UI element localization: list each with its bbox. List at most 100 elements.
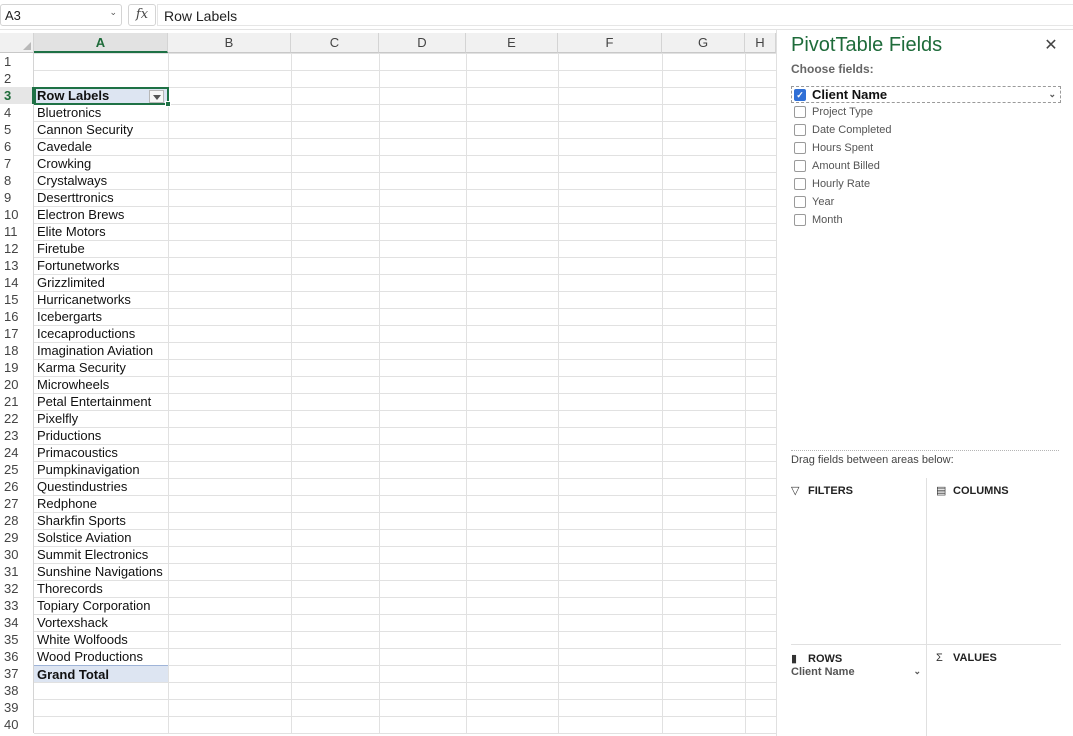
row-header-15[interactable]: 15 — [0, 291, 34, 308]
checkbox-unchecked[interactable] — [794, 142, 806, 154]
field-hourly-rate[interactable]: Hourly Rate — [791, 175, 1061, 193]
chevron-down-icon[interactable]: ⌄ — [1048, 87, 1056, 102]
column-header-b[interactable]: B — [168, 33, 291, 53]
client-row-cell[interactable]: Deserttronics — [34, 189, 168, 206]
row-header-29[interactable]: 29 — [0, 529, 34, 546]
row-header-14[interactable]: 14 — [0, 274, 34, 291]
client-row-cell[interactable]: Priductions — [34, 427, 168, 444]
client-row-cell[interactable]: Crowking — [34, 155, 168, 172]
chevron-down-icon[interactable]: ⌄ — [913, 666, 921, 677]
client-row-cell[interactable]: Topiary Corporation — [34, 597, 168, 614]
client-row-cell[interactable]: Elite Motors — [34, 223, 168, 240]
client-row-cell[interactable]: Pixelfly — [34, 410, 168, 427]
row-header-6[interactable]: 6 — [0, 138, 34, 155]
client-row-cell[interactable]: Petal Entertainment — [34, 393, 168, 410]
row-header-39[interactable]: 39 — [0, 699, 34, 716]
row-header-25[interactable]: 25 — [0, 461, 34, 478]
columns-area[interactable]: ▤ COLUMNS — [936, 484, 1009, 497]
client-row-cell[interactable]: Solstice Aviation — [34, 529, 168, 546]
client-row-cell[interactable]: Thorecords — [34, 580, 168, 597]
values-area[interactable]: Σ VALUES — [936, 652, 997, 664]
client-row-cell[interactable]: Bluetronics — [34, 104, 168, 121]
row-header-1[interactable]: 1 — [0, 53, 34, 70]
client-row-cell[interactable]: Questindustries — [34, 478, 168, 495]
spreadsheet-grid[interactable]: ABCDEFGH 1 2 3 4 5 6 7 8 9 10 11 12 13 14 15 16 17 18 19 20… — [0, 33, 776, 736]
row-header-4[interactable]: 4 — [0, 104, 34, 121]
row-header-2[interactable]: 2 — [0, 70, 34, 87]
column-header-g[interactable]: G — [662, 33, 745, 53]
row-header-27[interactable]: 27 — [0, 495, 34, 512]
row-header-3[interactable]: 3 — [0, 87, 34, 104]
client-row-cell[interactable]: Primacoustics — [34, 444, 168, 461]
field-date-completed[interactable]: Date Completed — [791, 121, 1061, 139]
row-header-20[interactable]: 20 — [0, 376, 34, 393]
column-header-d[interactable]: D — [379, 33, 466, 53]
row-header-12[interactable]: 12 — [0, 240, 34, 257]
client-row-cell[interactable]: Redphone — [34, 495, 168, 512]
row-header-5[interactable]: 5 — [0, 121, 34, 138]
column-header-e[interactable]: E — [466, 33, 558, 53]
checkbox-unchecked[interactable] — [794, 178, 806, 190]
row-header-11[interactable]: 11 — [0, 223, 34, 240]
row-header-8[interactable]: 8 — [0, 172, 34, 189]
filters-area[interactable]: ▽ FILTERS — [791, 484, 853, 497]
client-row-cell[interactable]: Fortunetworks — [34, 257, 168, 274]
row-header-16[interactable]: 16 — [0, 308, 34, 325]
name-box[interactable]: A3 ⌄ — [0, 4, 122, 26]
row-header-37[interactable]: 37 — [0, 665, 34, 682]
row-header-23[interactable]: 23 — [0, 427, 34, 444]
rows-area[interactable]: ▮ ROWS — [791, 652, 842, 665]
row-header-34[interactable]: 34 — [0, 614, 34, 631]
client-row-cell[interactable]: Icecaproductions — [34, 325, 168, 342]
column-header-c[interactable]: C — [291, 33, 379, 53]
row-header-26[interactable]: 26 — [0, 478, 34, 495]
row-header-36[interactable]: 36 — [0, 648, 34, 665]
field-amount-billed[interactable]: Amount Billed — [791, 157, 1061, 175]
insert-function-button[interactable]: fx — [128, 4, 156, 26]
field-hours-spent[interactable]: Hours Spent — [791, 139, 1061, 157]
row-header-31[interactable]: 31 — [0, 563, 34, 580]
row-header-7[interactable]: 7 — [0, 155, 34, 172]
client-row-cell[interactable]: Microwheels — [34, 376, 168, 393]
column-header-h[interactable]: H — [745, 33, 776, 53]
row-header-17[interactable]: 17 — [0, 325, 34, 342]
checkbox-unchecked[interactable] — [794, 214, 806, 226]
fill-handle[interactable] — [165, 101, 171, 107]
field-project-type[interactable]: Project Type — [791, 103, 1061, 121]
field-year[interactable]: Year — [791, 193, 1061, 211]
row-header-10[interactable]: 10 — [0, 206, 34, 223]
row-header-32[interactable]: 32 — [0, 580, 34, 597]
rows-field-client-name[interactable]: Client Name ⌄ — [791, 666, 921, 678]
row-header-30[interactable]: 30 — [0, 546, 34, 563]
client-row-cell[interactable]: Cannon Security — [34, 121, 168, 138]
row-header-18[interactable]: 18 — [0, 342, 34, 359]
checkbox-checked[interactable]: ✓ — [794, 89, 806, 101]
row-header-40[interactable]: 40 — [0, 716, 34, 733]
checkbox-unchecked[interactable] — [794, 160, 806, 172]
client-row-cell[interactable]: White Wolfoods — [34, 631, 168, 648]
row-header-35[interactable]: 35 — [0, 631, 34, 648]
row-header-24[interactable]: 24 — [0, 444, 34, 461]
client-row-cell[interactable]: Summit Electronics — [34, 546, 168, 563]
formula-input[interactable]: Row Labels — [157, 4, 1073, 26]
client-row-cell[interactable]: Firetube — [34, 240, 168, 257]
field-client-name[interactable]: ✓ Client Name ⌄ — [791, 86, 1061, 103]
filter-dropdown-icon[interactable] — [149, 90, 164, 103]
client-row-cell[interactable]: Hurricanetworks — [34, 291, 168, 308]
row-header-33[interactable]: 33 — [0, 597, 34, 614]
row-header-22[interactable]: 22 — [0, 410, 34, 427]
grand-total-cell[interactable]: Grand Total — [34, 665, 168, 682]
client-row-cell[interactable]: Sharkfin Sports — [34, 512, 168, 529]
checkbox-unchecked[interactable] — [794, 196, 806, 208]
field-month[interactable]: Month — [791, 211, 1061, 229]
column-header-a[interactable]: A — [34, 33, 168, 53]
checkbox-unchecked[interactable] — [794, 124, 806, 136]
checkbox-unchecked[interactable] — [794, 106, 806, 118]
client-row-cell[interactable]: Wood Productions — [34, 648, 168, 665]
client-row-cell[interactable]: Vortexshack — [34, 614, 168, 631]
client-row-cell[interactable]: Icebergarts — [34, 308, 168, 325]
row-header-19[interactable]: 19 — [0, 359, 34, 376]
row-header-13[interactable]: 13 — [0, 257, 34, 274]
row-labels-header-cell[interactable]: Row Labels — [34, 87, 171, 107]
client-row-cell[interactable]: Electron Brews — [34, 206, 168, 223]
